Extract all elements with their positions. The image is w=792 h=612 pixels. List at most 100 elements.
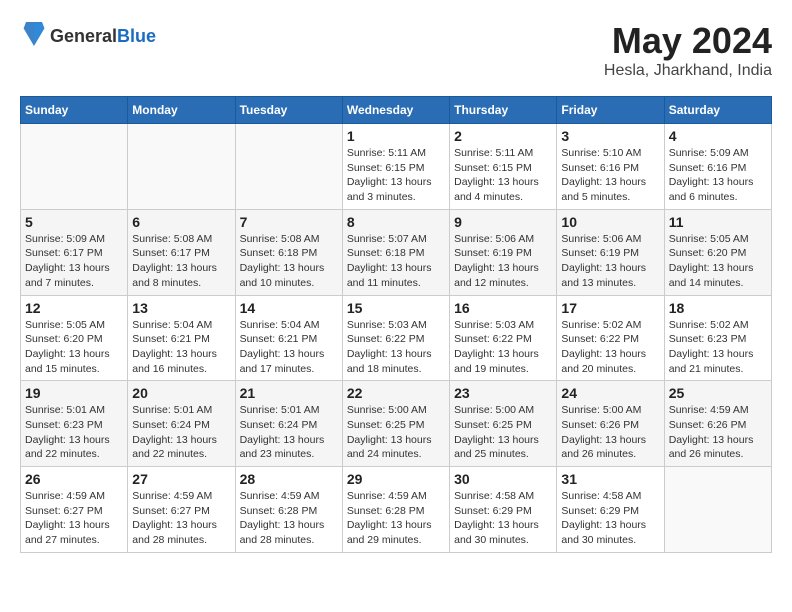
week-row-3: 12Sunrise: 5:05 AM Sunset: 6:20 PM Dayli…: [21, 295, 772, 381]
day-info: Sunrise: 5:01 AM Sunset: 6:24 PM Dayligh…: [132, 403, 230, 462]
day-number: 25: [669, 385, 767, 401]
day-number: 24: [561, 385, 659, 401]
day-cell: 2 Sunrise: 5:11 AM Sunset: 6:15 PM Daylig…: [450, 124, 557, 210]
day-info: Sunrise: 4:58 AM Sunset: 6:29 PM Dayligh…: [561, 489, 659, 548]
day-cell: 27 Sunrise: 4:59 AM Sunset: 6:27 PM Dayli…: [128, 467, 235, 553]
day-number: 18: [669, 300, 767, 316]
day-cell: 6 Sunrise: 5:08 AM Sunset: 6:17 PM Daylig…: [128, 209, 235, 295]
day-info: Sunrise: 5:07 AM Sunset: 6:18 PM Dayligh…: [347, 232, 445, 291]
weekday-header-row: SundayMondayTuesdayWednesdayThursdayFrid…: [21, 97, 772, 124]
page-header: GeneralBlue May 2024 Hesla, Jharkhand, I…: [20, 20, 772, 80]
day-number: 27: [132, 471, 230, 487]
weekday-tuesday: Tuesday: [235, 97, 342, 124]
week-row-1: 1 Sunrise: 5:11 AM Sunset: 6:15 PM Daylig…: [21, 124, 772, 210]
day-number: 10: [561, 214, 659, 230]
day-info: Sunrise: 5:04 AM Sunset: 6:21 PM Dayligh…: [132, 318, 230, 377]
day-cell: 5 Sunrise: 5:09 AM Sunset: 6:17 PM Daylig…: [21, 209, 128, 295]
day-info: Sunrise: 4:58 AM Sunset: 6:29 PM Dayligh…: [454, 489, 552, 548]
day-number: 4: [669, 128, 767, 144]
day-info: Sunrise: 5:09 AM Sunset: 6:17 PM Dayligh…: [25, 232, 123, 291]
day-cell: [21, 124, 128, 210]
day-number: 21: [240, 385, 338, 401]
day-cell: 22 Sunrise: 5:00 AM Sunset: 6:25 PM Dayli…: [342, 381, 449, 467]
day-cell: [664, 467, 771, 553]
logo-blue-text: Blue: [117, 26, 156, 46]
day-info: Sunrise: 5:01 AM Sunset: 6:24 PM Dayligh…: [240, 403, 338, 462]
day-info: Sunrise: 5:05 AM Sunset: 6:20 PM Dayligh…: [669, 232, 767, 291]
day-info: Sunrise: 5:03 AM Sunset: 6:22 PM Dayligh…: [454, 318, 552, 377]
day-info: Sunrise: 5:08 AM Sunset: 6:17 PM Dayligh…: [132, 232, 230, 291]
day-info: Sunrise: 5:06 AM Sunset: 6:19 PM Dayligh…: [454, 232, 552, 291]
week-row-5: 26 Sunrise: 4:59 AM Sunset: 6:27 PM Dayli…: [21, 467, 772, 553]
day-cell: 26 Sunrise: 4:59 AM Sunset: 6:27 PM Dayli…: [21, 467, 128, 553]
day-cell: [235, 124, 342, 210]
day-info: Sunrise: 5:00 AM Sunset: 6:26 PM Dayligh…: [561, 403, 659, 462]
day-info: Sunrise: 5:08 AM Sunset: 6:18 PM Dayligh…: [240, 232, 338, 291]
day-cell: 3 Sunrise: 5:10 AM Sunset: 6:16 PM Daylig…: [557, 124, 664, 210]
day-cell: 17 Sunrise: 5:02 AM Sunset: 6:22 PM Dayli…: [557, 295, 664, 381]
week-row-2: 5 Sunrise: 5:09 AM Sunset: 6:17 PM Daylig…: [21, 209, 772, 295]
day-info: Sunrise: 5:11 AM Sunset: 6:15 PM Dayligh…: [454, 146, 552, 205]
day-info: Sunrise: 5:00 AM Sunset: 6:25 PM Dayligh…: [454, 403, 552, 462]
day-number: 17: [561, 300, 659, 316]
weekday-friday: Friday: [557, 97, 664, 124]
day-cell: 4 Sunrise: 5:09 AM Sunset: 6:16 PM Daylig…: [664, 124, 771, 210]
day-cell: 1Sunrise: 5:11 AM Sunset: 6:15 PM Daylig…: [342, 124, 449, 210]
weekday-thursday: Thursday: [450, 97, 557, 124]
logo-icon: [22, 20, 46, 48]
day-info: Sunrise: 4:59 AM Sunset: 6:28 PM Dayligh…: [240, 489, 338, 548]
day-number: 9: [454, 214, 552, 230]
day-number: 5: [25, 214, 123, 230]
day-number: 31: [561, 471, 659, 487]
day-number: 6: [132, 214, 230, 230]
day-cell: 14 Sunrise: 5:04 AM Sunset: 6:21 PM Dayli…: [235, 295, 342, 381]
weekday-monday: Monday: [128, 97, 235, 124]
day-info: Sunrise: 4:59 AM Sunset: 6:28 PM Dayligh…: [347, 489, 445, 548]
day-number: 20: [132, 385, 230, 401]
logo-general-text: General: [50, 26, 117, 46]
day-cell: 15Sunrise: 5:03 AM Sunset: 6:22 PM Dayli…: [342, 295, 449, 381]
day-info: Sunrise: 5:03 AM Sunset: 6:22 PM Dayligh…: [347, 318, 445, 377]
day-number: 2: [454, 128, 552, 144]
day-number: 12: [25, 300, 123, 316]
title-block: May 2024 Hesla, Jharkhand, India: [604, 20, 772, 80]
day-cell: 16Sunrise: 5:03 AM Sunset: 6:22 PM Dayli…: [450, 295, 557, 381]
day-info: Sunrise: 5:01 AM Sunset: 6:23 PM Dayligh…: [25, 403, 123, 462]
day-number: 23: [454, 385, 552, 401]
day-info: Sunrise: 4:59 AM Sunset: 6:27 PM Dayligh…: [25, 489, 123, 548]
day-info: Sunrise: 5:02 AM Sunset: 6:23 PM Dayligh…: [669, 318, 767, 377]
day-number: 19: [25, 385, 123, 401]
weekday-wednesday: Wednesday: [342, 97, 449, 124]
day-info: Sunrise: 5:04 AM Sunset: 6:21 PM Dayligh…: [240, 318, 338, 377]
day-number: 30: [454, 471, 552, 487]
day-number: 22: [347, 385, 445, 401]
day-info: Sunrise: 4:59 AM Sunset: 6:26 PM Dayligh…: [669, 403, 767, 462]
day-cell: 18 Sunrise: 5:02 AM Sunset: 6:23 PM Dayli…: [664, 295, 771, 381]
weekday-saturday: Saturday: [664, 97, 771, 124]
day-info: Sunrise: 5:02 AM Sunset: 6:22 PM Dayligh…: [561, 318, 659, 377]
day-cell: 21 Sunrise: 5:01 AM Sunset: 6:24 PM Dayli…: [235, 381, 342, 467]
day-info: Sunrise: 5:09 AM Sunset: 6:16 PM Dayligh…: [669, 146, 767, 205]
calendar-body: 1 Sunrise: 5:11 AM Sunset: 6:15 PM Daylig…: [21, 124, 772, 553]
day-number: 11: [669, 214, 767, 230]
location-title: Hesla, Jharkhand, India: [604, 62, 772, 80]
day-number: 14: [240, 300, 338, 316]
day-number: 29: [347, 471, 445, 487]
week-row-4: 19 Sunrise: 5:01 AM Sunset: 6:23 PM Dayli…: [21, 381, 772, 467]
day-number: 1: [347, 128, 445, 144]
day-cell: 28Sunrise: 4:59 AM Sunset: 6:28 PM Dayli…: [235, 467, 342, 553]
day-number: 13: [132, 300, 230, 316]
day-info: Sunrise: 4:59 AM Sunset: 6:27 PM Dayligh…: [132, 489, 230, 548]
day-cell: 11 Sunrise: 5:05 AM Sunset: 6:20 PM Dayli…: [664, 209, 771, 295]
day-number: 7: [240, 214, 338, 230]
day-number: 3: [561, 128, 659, 144]
day-info: Sunrise: 5:00 AM Sunset: 6:25 PM Dayligh…: [347, 403, 445, 462]
day-info: Sunrise: 5:10 AM Sunset: 6:16 PM Dayligh…: [561, 146, 659, 205]
day-number: 26: [25, 471, 123, 487]
logo: GeneralBlue: [20, 20, 156, 53]
day-cell: 25 Sunrise: 4:59 AM Sunset: 6:26 PM Dayli…: [664, 381, 771, 467]
day-cell: [128, 124, 235, 210]
day-info: Sunrise: 5:06 AM Sunset: 6:19 PM Dayligh…: [561, 232, 659, 291]
day-cell: 9 Sunrise: 5:06 AM Sunset: 6:19 PM Daylig…: [450, 209, 557, 295]
day-cell: 20 Sunrise: 5:01 AM Sunset: 6:24 PM Dayli…: [128, 381, 235, 467]
